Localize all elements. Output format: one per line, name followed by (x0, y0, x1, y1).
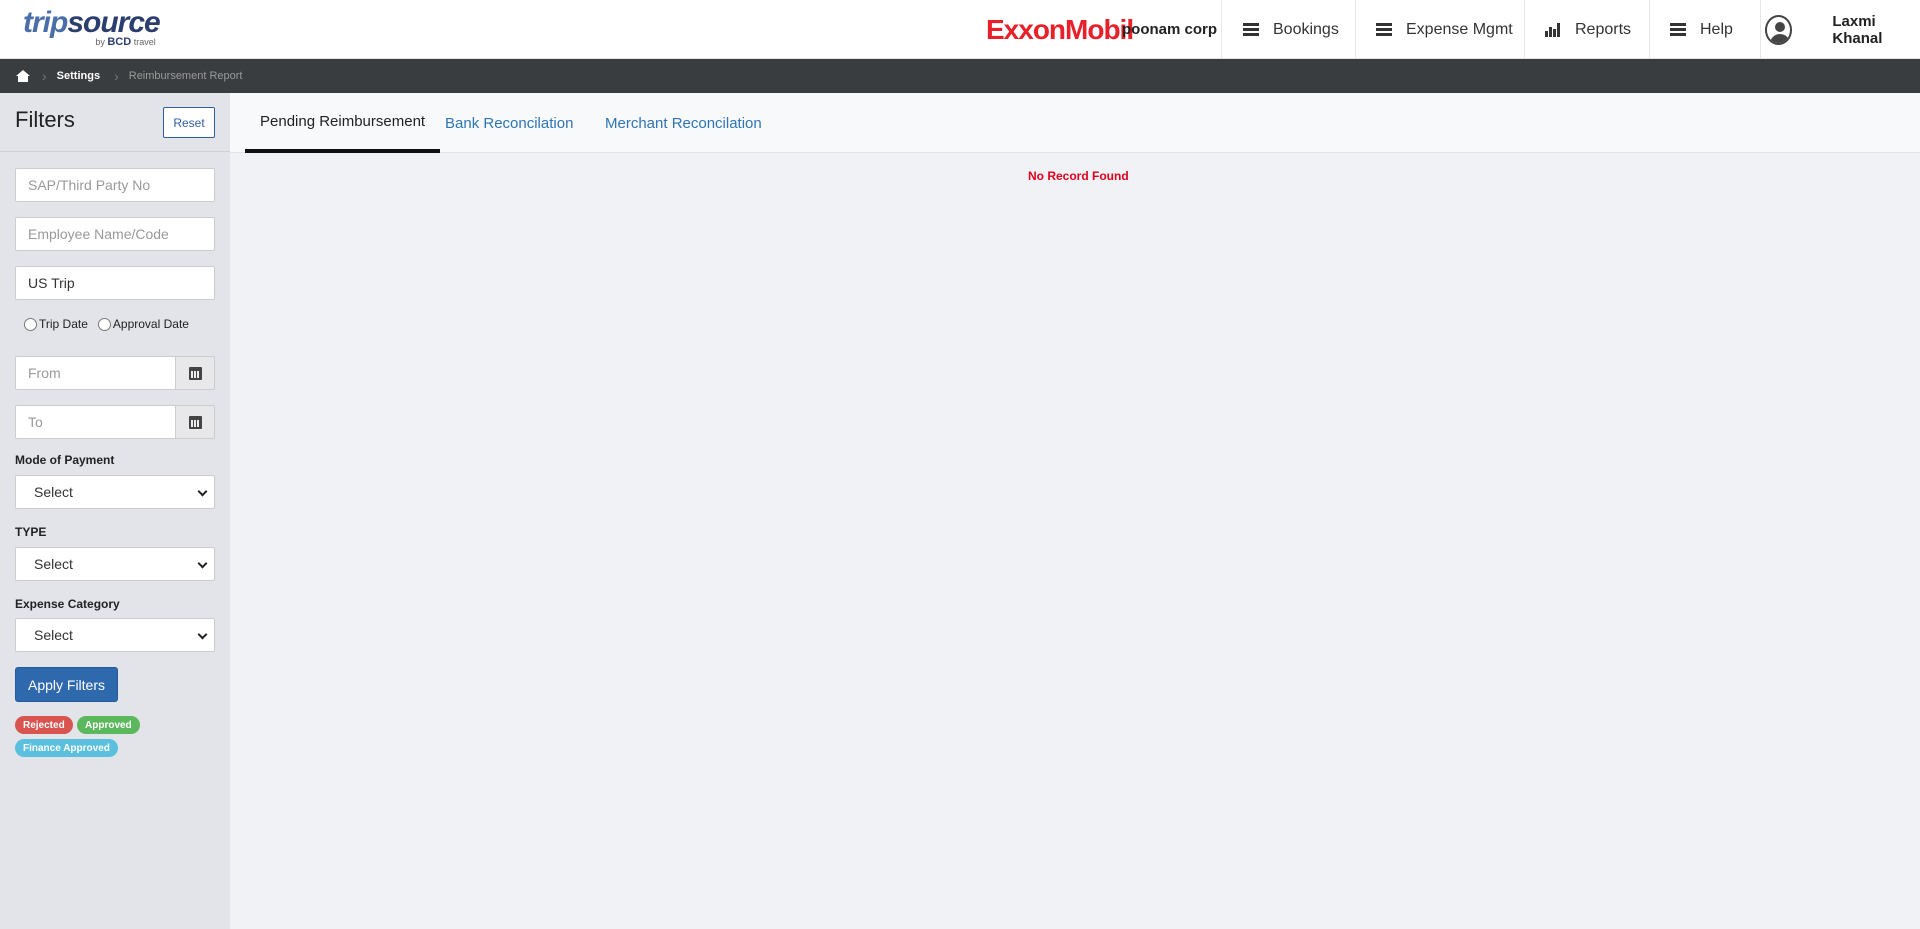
divider (0, 151, 230, 152)
home-icon[interactable] (16, 70, 30, 82)
bar-chart-icon (1545, 22, 1561, 37)
from-date-input[interactable]: From (15, 356, 177, 390)
radio-approval-date-label: Approval Date (112, 317, 189, 331)
logo-by-text: by (95, 37, 105, 47)
nav-reports[interactable]: Reports (1524, 0, 1649, 59)
mode-of-payment-label: Mode of Payment (15, 453, 115, 467)
type-select[interactable]: Select (15, 547, 215, 581)
breadcrumb-settings[interactable]: Settings (57, 70, 100, 82)
logo-source-text: source (67, 6, 160, 39)
report-tabs: Pending Reimbursement Bank Reconcilation… (230, 93, 1920, 153)
empty-state-message: No Record Found (1028, 169, 1129, 183)
status-badge-approved: Approved (77, 716, 140, 734)
radio-trip-date[interactable] (24, 317, 37, 331)
employee-name-input[interactable]: Employee Name/Code (15, 217, 215, 251)
expense-category-value: Select (34, 627, 73, 643)
tripsource-logo[interactable]: tripsource by BCD travel (23, 6, 161, 49)
filters-sidebar: Filters Reset SAP/Third Party No Employe… (0, 93, 230, 929)
chevron-down-icon (197, 486, 208, 497)
to-calendar-button[interactable] (175, 405, 215, 439)
status-badge-rejected: Rejected (15, 716, 73, 734)
menu-icon (1376, 22, 1392, 37)
radio-trip-date-label: Trip Date (39, 317, 88, 331)
filters-title: Filters (15, 107, 75, 132)
tab-bank-reconcilation[interactable]: Bank Reconcilation (430, 93, 588, 153)
sap-third-party-input[interactable]: SAP/Third Party No (15, 168, 215, 202)
type-value: Select (34, 556, 73, 572)
from-calendar-button[interactable] (175, 356, 215, 390)
expense-category-label: Expense Category (15, 597, 120, 611)
logo-trip-text: trip (23, 6, 68, 39)
trip-input[interactable]: US Trip (15, 266, 215, 300)
apply-filters-button[interactable]: Apply Filters (15, 667, 118, 702)
logo-bcd-text: BCD (107, 36, 132, 48)
nav-help[interactable]: Help (1649, 0, 1760, 59)
calendar-icon (188, 366, 202, 380)
tab-merchant-reconcilation[interactable]: Merchant Reconcilation (590, 93, 777, 153)
chevron-right-icon: › (42, 68, 47, 84)
status-badge-finance-approved: Finance Approved (15, 739, 118, 757)
mode-of-payment-select[interactable]: Select (15, 475, 215, 509)
breadcrumb-current: Reimbursement Report (128, 70, 243, 82)
menu-icon (1670, 22, 1686, 37)
date-type-radios: Trip Date Approval Date (24, 317, 189, 331)
user-name: Laxmi Khanal (1832, 12, 1883, 47)
nav-expense-mgmt-label: Expense Mgmt (1406, 20, 1513, 38)
user-avatar-icon (1765, 14, 1793, 45)
expense-category-select[interactable]: Select (15, 618, 215, 652)
nav-expense-mgmt[interactable]: Expense Mgmt (1355, 0, 1524, 59)
company-logo: ExxonMobil (986, 14, 1134, 45)
to-date-input[interactable]: To (15, 405, 177, 439)
radio-approval-date[interactable] (97, 317, 111, 331)
nav-help-label: Help (1700, 20, 1733, 38)
nav-bookings-label: Bookings (1273, 20, 1339, 38)
reset-button[interactable]: Reset (163, 107, 215, 138)
user-menu[interactable]: Laxmi Khanal (1760, 0, 1920, 59)
company-name: poonam corp (1122, 21, 1218, 38)
chevron-right-icon: › (114, 68, 119, 84)
type-label: TYPE (15, 525, 47, 539)
breadcrumb: › Settings › Reimbursement Report (0, 59, 1920, 93)
tab-pending-reimbursement[interactable]: Pending Reimbursement (245, 93, 441, 153)
menu-icon (1243, 22, 1259, 37)
chevron-down-icon (197, 558, 208, 569)
chevron-down-icon (197, 629, 208, 640)
nav-reports-label: Reports (1575, 20, 1632, 38)
mode-of-payment-value: Select (34, 484, 73, 500)
top-header: tripsource by BCD travel ExxonMobil poon… (0, 0, 1920, 59)
logo-travel-text: travel (133, 37, 156, 47)
calendar-icon (188, 415, 202, 429)
nav-bookings[interactable]: Bookings (1221, 0, 1355, 59)
